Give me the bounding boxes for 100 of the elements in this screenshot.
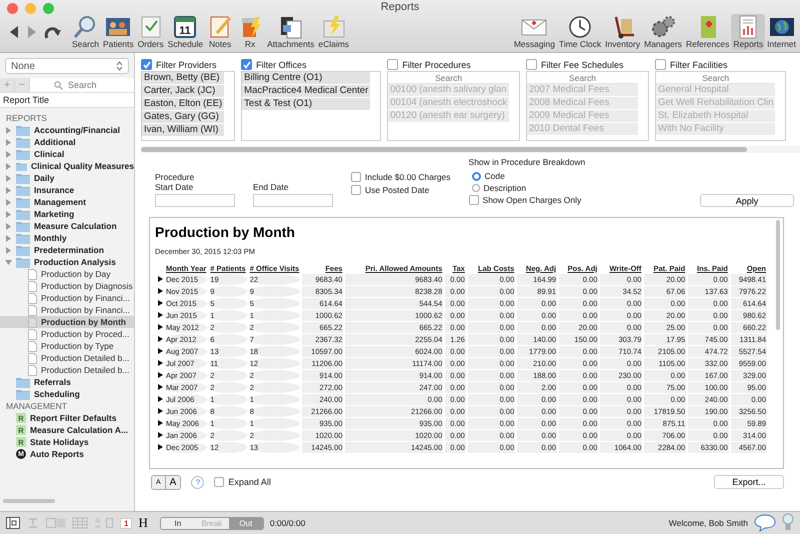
- sidebar-item[interactable]: Clinical Quality Measures: [0, 160, 134, 172]
- minimize-button[interactable]: [25, 3, 36, 14]
- radio-button[interactable]: Description: [468, 183, 586, 193]
- sidebar-item[interactable]: Measure Calculation: [0, 220, 134, 232]
- scrollbar-thumb[interactable]: [3, 499, 55, 503]
- report-item[interactable]: Production Detailed b...: [0, 364, 134, 376]
- toolbar-button[interactable]: Orders: [136, 14, 166, 50]
- count-badge[interactable]: 1: [120, 518, 132, 528]
- help-button[interactable]: ?: [191, 476, 204, 488]
- report-item[interactable]: Production by Day: [0, 268, 134, 280]
- toolbar-button[interactable]: Internet: [765, 14, 798, 50]
- close-button[interactable]: [7, 3, 18, 14]
- expanded-triangle-icon[interactable]: [5, 258, 12, 266]
- disclosure-triangle-icon[interactable]: [158, 336, 163, 342]
- list-item[interactable]: Easton, Elton (EE): [142, 98, 224, 110]
- disclosure-triangle-icon[interactable]: [158, 384, 163, 390]
- end-date-field[interactable]: [253, 194, 333, 207]
- start-date-field[interactable]: [155, 194, 235, 207]
- list-item[interactable]: Billing Centre (O1): [242, 72, 370, 84]
- export-button[interactable]: Export...: [714, 475, 784, 489]
- zoom-button[interactable]: [43, 3, 54, 14]
- list-item[interactable]: Brown, Betty (BE): [142, 72, 224, 84]
- search-field[interactable]: Search: [30, 78, 134, 92]
- sidebar-item[interactable]: Monthly: [0, 232, 134, 244]
- filter-checkbox[interactable]: Filter Offices: [241, 58, 382, 71]
- larger-text-button[interactable]: A: [164, 476, 180, 488]
- sidebar-item[interactable]: Additional: [0, 136, 134, 148]
- disclosure-triangle-icon[interactable]: [158, 348, 163, 354]
- disclosure-triangle-icon[interactable]: [158, 444, 163, 450]
- sidebar-item[interactable]: Production Analysis: [0, 256, 134, 268]
- toolbar-button[interactable]: eClaims: [316, 14, 352, 50]
- stamp-icon[interactable]: [26, 517, 40, 529]
- person-document-icon[interactable]: [94, 517, 114, 529]
- scrollbar-thumb[interactable]: [141, 147, 748, 152]
- disclosure-triangle-icon[interactable]: [158, 276, 163, 282]
- filter-checkbox[interactable]: Filter Providers: [141, 58, 236, 71]
- toolbar-button[interactable]: Patients: [100, 14, 136, 50]
- search-field[interactable]: Search: [388, 72, 509, 84]
- report-item[interactable]: Production by Month: [0, 316, 134, 328]
- scrollbar-thumb[interactable]: [776, 220, 780, 330]
- sidebar-item[interactable]: Predetermination: [0, 244, 134, 256]
- grid-icon[interactable]: [72, 517, 88, 529]
- toolbar-button[interactable]: Inventory: [603, 14, 642, 50]
- list-item[interactable]: Test & Test (O1): [242, 98, 370, 110]
- toolbar-button[interactable]: Managers: [642, 14, 684, 50]
- filter-checkbox[interactable]: Filter Facilities: [654, 58, 786, 71]
- sidebar-item[interactable]: Scheduling: [0, 388, 134, 400]
- disclosure-triangle-icon[interactable]: [158, 420, 163, 426]
- disclosure-triangle-icon[interactable]: [158, 324, 163, 330]
- disclosure-triangle-icon[interactable]: [158, 288, 163, 294]
- list-item[interactable]: Carter, Jack (JC): [142, 85, 224, 97]
- report-filter-dropdown[interactable]: None: [5, 58, 129, 74]
- report-item[interactable]: Production by Proced...: [0, 328, 134, 340]
- radio-button[interactable]: Code: [468, 171, 586, 181]
- sidebar-item[interactable]: Marketing: [0, 208, 134, 220]
- sidebar-item[interactable]: Clinical: [0, 148, 134, 160]
- sidebar-item[interactable]: Accounting/Financial: [0, 124, 134, 136]
- toolbar-button[interactable]: 11 Schedule: [166, 14, 206, 50]
- sidebar-item[interactable]: Management: [0, 196, 134, 208]
- back-button[interactable]: [8, 25, 20, 39]
- list-item[interactable]: Ivan, William (WI): [142, 124, 224, 136]
- report-item[interactable]: Production Detailed b...: [0, 352, 134, 364]
- toolbar-button[interactable]: Messaging: [512, 14, 557, 50]
- toolbar-button[interactable]: Attachments: [265, 14, 316, 50]
- toolbar-button[interactable]: Time Clock: [556, 14, 604, 50]
- sidebar-item[interactable]: Referrals: [0, 376, 134, 388]
- sidebar-item[interactable]: Insurance: [0, 184, 134, 196]
- lightbulb-icon[interactable]: [782, 513, 794, 533]
- expand-all-checkbox[interactable]: Expand All: [214, 477, 271, 487]
- speech-bubble-icon[interactable]: [754, 514, 776, 532]
- report-item[interactable]: Production by Financi...: [0, 292, 134, 304]
- sidebar-toggle-icon[interactable]: [6, 517, 20, 529]
- toolbar-button[interactable]: Reports: [731, 14, 766, 50]
- search-field[interactable]: Search: [656, 72, 776, 84]
- toolbar-button[interactable]: Search: [70, 14, 101, 50]
- option-checkbox[interactable]: Use Posted Date: [351, 185, 451, 195]
- disclosure-triangle-icon[interactable]: [158, 312, 163, 318]
- toolbar-button[interactable]: References: [684, 14, 732, 50]
- option-checkbox[interactable]: Include $0.00 Charges: [351, 172, 451, 182]
- apply-button[interactable]: Apply: [700, 194, 794, 207]
- filter-checkbox[interactable]: Filter Procedures: [387, 58, 520, 71]
- list-item[interactable]: MacPractice4 Medical Center: [242, 85, 370, 97]
- disclosure-triangle-icon[interactable]: [158, 432, 163, 438]
- search-input[interactable]: Search: [66, 79, 110, 91]
- option-checkbox[interactable]: Show Open Charges Only: [468, 195, 586, 205]
- toolbar-button[interactable]: Notes: [205, 14, 236, 50]
- search-field[interactable]: Search: [526, 72, 638, 84]
- disclosure-triangle-icon[interactable]: [158, 372, 163, 378]
- report-item[interactable]: Production by Financi...: [0, 304, 134, 316]
- toolbar-button[interactable]: Rx: [235, 14, 266, 50]
- filter-checkbox[interactable]: Filter Fee Schedules: [526, 58, 649, 71]
- cards-icon[interactable]: [46, 517, 66, 529]
- report-item[interactable]: Production by Diagnosis: [0, 280, 134, 292]
- heading-button[interactable]: H: [138, 515, 148, 531]
- sidebar-item[interactable]: Daily: [0, 172, 134, 184]
- clock-segment[interactable]: In: [160, 518, 195, 528]
- disclosure-triangle-icon[interactable]: [158, 408, 163, 414]
- list-item[interactable]: Gates, Gary (GG): [142, 111, 224, 123]
- disclosure-triangle-icon[interactable]: [158, 360, 163, 366]
- disclosure-triangle-icon[interactable]: [158, 396, 163, 402]
